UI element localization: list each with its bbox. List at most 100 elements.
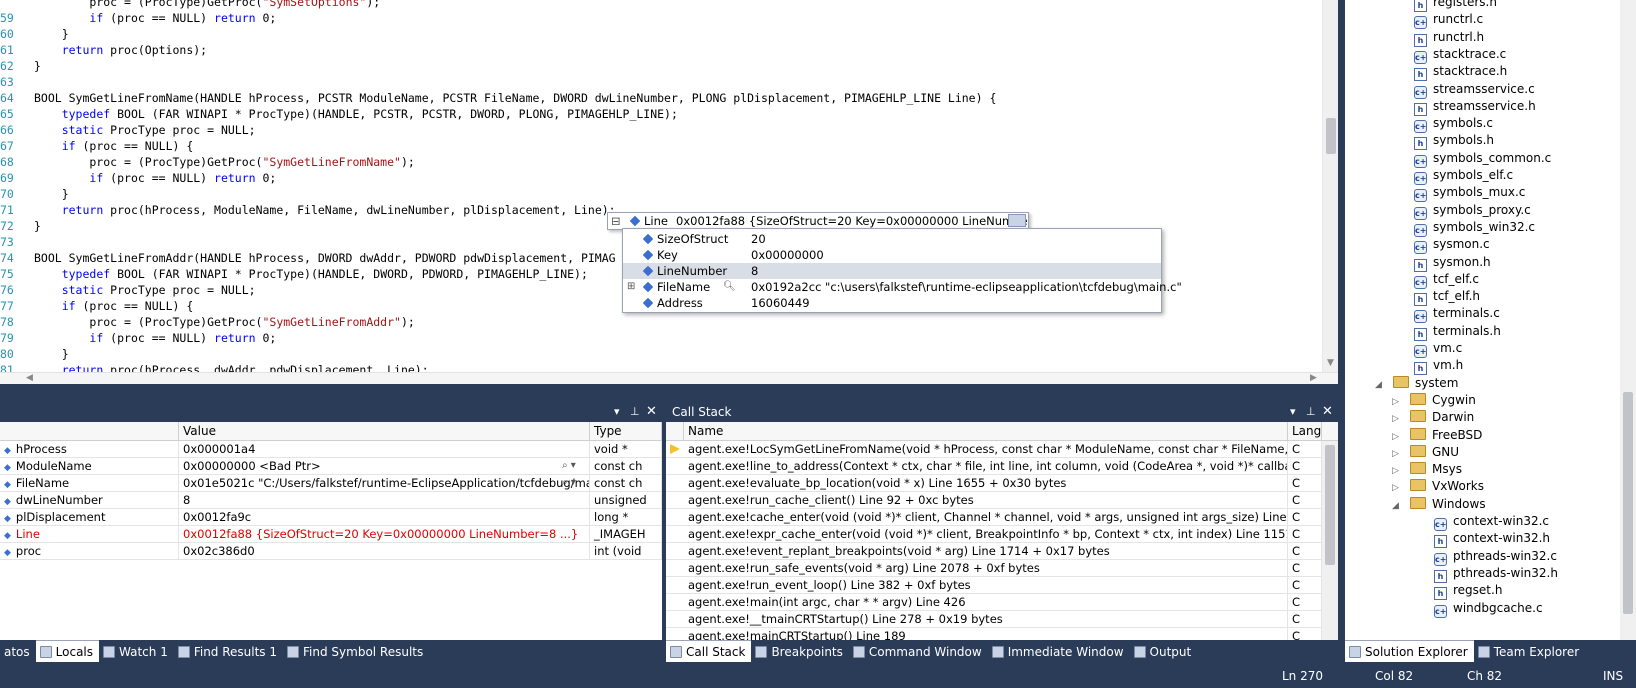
tree-file[interactable]: c+ windbgcache.c [1434,600,1543,618]
tree-folder-system[interactable]: ◢ system [1375,375,1458,392]
magnifier-icon[interactable]: ⌕ ▾ [562,458,576,474]
locals-tab-atos[interactable]: atos [0,641,36,663]
locals-row[interactable]: ◆ proc 0x02c386d0 int (void [0,543,662,560]
pin-icon[interactable]: ⊥ [1306,402,1316,422]
tree-folder[interactable]: ▷ VxWorks [1392,478,1484,495]
tree-file[interactable]: h tcf_elf.h [1414,288,1480,307]
tree-file[interactable]: c+ symbols_mux.c [1414,184,1525,203]
call-stack-frame[interactable]: agent.exe!evaluate_bp_location(void * x)… [666,475,1322,492]
call-stack-frame[interactable]: agent.exe!cache_enter(void (void *)* cli… [666,509,1322,526]
locals-row[interactable]: ◆ FileName 0x01e5021c "C:/Users/falkstef/r… [0,475,662,492]
tree-file[interactable]: h regset.h [1434,582,1502,601]
tree-file[interactable]: c+ streamsservice.c [1414,81,1535,99]
close-icon[interactable]: ✕ [1322,402,1333,422]
pin-icon[interactable] [1008,214,1026,227]
locals-tab-locals[interactable]: Locals [35,640,100,662]
expanded-arrow-icon[interactable]: ◢ [1392,498,1402,515]
scroll-right-icon[interactable]: ▶ [1310,373,1317,383]
datatip-row[interactable]: SizeOfStruct 20 [623,231,1161,247]
tree-file[interactable]: c+ symbols_common.c [1414,150,1551,168]
tree-file[interactable]: c+ symbols_proxy.c [1414,202,1531,220]
col-lang[interactable]: Lang [1288,422,1322,441]
locals-tab-watch-1[interactable]: Watch 1 [99,641,174,663]
datatip-row[interactable]: Address 16060449 [623,295,1161,311]
call-stack-frame[interactable]: agent.exe!run_event_loop() Line 382 + 0x… [666,577,1322,594]
solution-tab-solution-explorer[interactable]: Solution Explorer [1345,640,1474,662]
dropdown-icon[interactable]: ▾ [1290,402,1296,422]
tree-file[interactable]: c+ runctrl.c [1414,11,1483,30]
call-stack-frame[interactable]: agent.exe!run_safe_events(void * arg) Li… [666,560,1322,577]
close-icon[interactable]: ✕ [646,402,657,422]
tree-file[interactable]: h registers.h [1414,0,1497,12]
tree-file[interactable]: c+ terminals.c [1414,305,1500,324]
call-stack-frame[interactable]: agent.exe!__tmainCRTStartup() Line 278 +… [666,611,1322,628]
locals-row[interactable]: ◆ Line 0x0012fa88 {SizeOfStruct=20 Key=0x0… [0,526,662,543]
tree-file[interactable]: c+ context-win32.c [1434,513,1549,531]
editor-vertical-scrollbar[interactable]: ▼ [1322,0,1338,372]
tree-folder[interactable]: ▷ Msys [1392,461,1462,478]
call-stack-scrollbar[interactable] [1322,441,1338,640]
debug-tab-call-stack[interactable]: Call Stack [666,640,752,662]
call-stack-frame[interactable]: agent.exe!line_to_address(Context * ctx,… [666,458,1322,475]
expanded-arrow-icon[interactable]: ◢ [1375,377,1385,394]
debug-tab-immediate-window[interactable]: Immediate Window [988,641,1130,663]
tree-file[interactable]: h runctrl.h [1414,29,1484,47]
tree-file[interactable]: c+ stacktrace.c [1414,46,1506,64]
debug-tab-command-window[interactable]: Command Window [849,641,988,663]
col-value[interactable]: Value [179,422,590,441]
locals-row[interactable]: ◆ dwLineNumber 8 unsigned [0,492,662,509]
call-stack-frame[interactable]: agent.exe!LocSymGetLineFromName(void * h… [666,441,1322,458]
tree-file[interactable]: c+ pthreads-win32.c [1434,548,1557,566]
magnifier-icon[interactable]: 🔍︎ [723,279,736,295]
tree-file[interactable]: h vm.h [1414,357,1463,376]
tree-folder[interactable]: ▷ FreeBSD [1392,427,1482,444]
call-stack-frame[interactable]: agent.exe!expr_cache_enter(void (void *)… [666,526,1322,543]
call-stack-frame[interactable]: agent.exe!run_cache_client() Line 92 + 0… [666,492,1322,509]
pin-icon[interactable]: ⊥ [630,402,640,422]
scroll-left-icon[interactable]: ◀ [26,373,33,383]
tree-folder[interactable]: ◢ Windows [1392,496,1486,513]
col-name[interactable] [0,422,179,441]
tree-file[interactable]: c+ symbols_win32.c [1414,219,1535,237]
call-stack-frame[interactable]: agent.exe!main(int argc, char * * argv) … [666,594,1322,611]
tree-file[interactable]: h terminals.h [1414,323,1501,341]
magnifier-icon[interactable]: ⌕ ▾ [562,475,576,491]
tree-folder[interactable]: ▷ Darwin [1392,409,1474,426]
locals-tab-find-results-1[interactable]: Find Results 1 [174,641,283,663]
collapse-icon[interactable]: ⊟ [611,213,621,229]
locals-tab-find-symbol-results[interactable]: Find Symbol Results [283,641,429,663]
solution-tab-team-explorer[interactable]: Team Explorer [1474,641,1586,663]
datatip-row[interactable]: LineNumber 8 [623,263,1161,279]
tree-file[interactable]: h pthreads-win32.h [1434,565,1558,583]
tree-file[interactable]: c+ sysmon.c [1414,236,1490,255]
scroll-down-icon[interactable]: ▼ [1327,358,1334,368]
solution-scrollbar[interactable] [1620,0,1636,640]
debug-tab-output[interactable]: Output [1130,641,1198,663]
tree-file[interactable]: h context-win32.h [1434,530,1550,549]
scroll-thumb[interactable] [1623,392,1633,614]
locals-row[interactable]: ◆ plDisplacement 0x0012fa9c long * [0,509,662,526]
tree-file[interactable]: c+ vm.c [1414,340,1462,358]
tree-file[interactable]: c+ symbols_elf.c [1414,167,1513,185]
tree-folder[interactable]: ▷ Cygwin [1392,392,1476,409]
tree-file[interactable]: h symbols.h [1414,132,1494,151]
tree-file[interactable]: h sysmon.h [1414,254,1491,272]
tree-file[interactable]: c+ symbols.c [1414,115,1493,134]
scroll-thumb[interactable] [1325,445,1335,565]
tree-file[interactable]: c+ tcf_elf.c [1414,271,1479,289]
dropdown-icon[interactable]: ▾ [614,402,620,422]
scroll-thumb[interactable] [1326,118,1336,154]
tree-file[interactable]: h streamsservice.h [1414,98,1536,116]
tree-folder[interactable]: ▷ GNU [1392,444,1459,461]
datatip-row[interactable]: ⊞ 🔍︎ FileName 0x0192a2cc "c:\users\falkstef… [623,279,1182,295]
datatip-row[interactable]: Key 0x00000000 [623,247,1161,263]
debug-tab-breakpoints[interactable]: Breakpoints [751,641,848,663]
tree-file[interactable]: h stacktrace.h [1414,63,1507,82]
expand-icon[interactable]: ⊞ [627,279,635,295]
col-type[interactable]: Type [590,422,662,441]
locals-row[interactable]: ◆ ModuleName 0x00000000 <Bad Ptr> const ch ⌕… [0,458,662,475]
editor-horizontal-scrollbar[interactable]: ◀ ▶ [0,372,1338,384]
locals-row[interactable]: ◆ hProcess 0x000001a4 void * [0,441,662,458]
code-editor[interactable]: proc = (ProcType)GetProc("SymSetOptions"… [0,0,1338,378]
call-stack-frame[interactable]: agent.exe!event_replant_breakpoints(void… [666,543,1322,560]
